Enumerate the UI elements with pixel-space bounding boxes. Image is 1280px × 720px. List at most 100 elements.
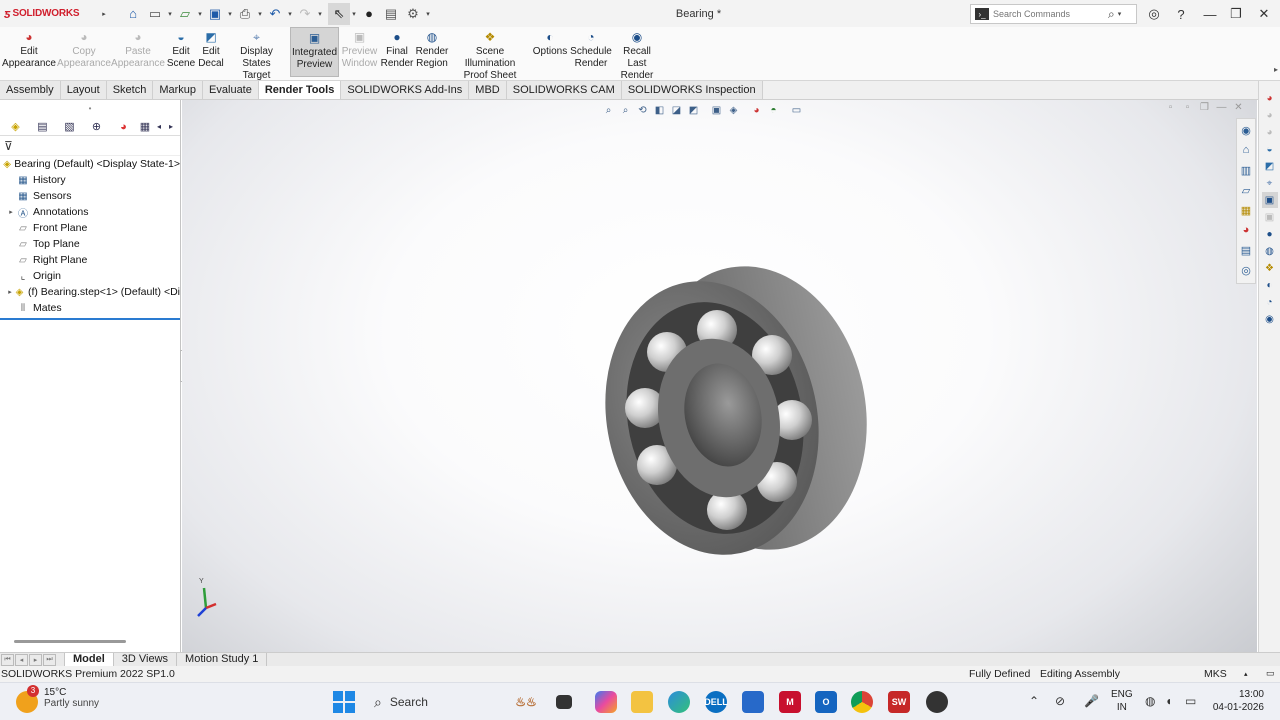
design-library-icon[interactable]: ▥ xyxy=(1238,161,1254,179)
solidworks-taskbar-icon[interactable]: SW xyxy=(888,691,910,713)
edit-decal-side-icon[interactable]: ◩ xyxy=(1262,158,1278,174)
home-icon[interactable]: ⌂ xyxy=(122,3,144,25)
forum-icon[interactable]: ◎ xyxy=(1238,261,1254,279)
render-options-side-icon[interactable]: ◐ xyxy=(1262,277,1278,293)
options-button[interactable]: ◐ Options xyxy=(532,27,568,77)
logo-menu-caret-icon[interactable]: ▸ xyxy=(100,10,108,18)
tab-solidworks-cam[interactable]: SOLIDWORKS CAM xyxy=(506,81,622,99)
dell-icon[interactable]: DELL xyxy=(704,691,728,713)
clock[interactable]: 13:00 04-01-2026 xyxy=(1206,688,1264,714)
schedule-render-side-icon[interactable]: ◔ xyxy=(1262,294,1278,310)
solidworks-resources-icon[interactable]: ◉ xyxy=(1238,121,1254,139)
restore-icon[interactable]: ❐ xyxy=(1225,4,1247,24)
volume-icon[interactable]: ◖ xyxy=(1165,694,1172,708)
next-tab-icon[interactable]: ▸ xyxy=(29,653,42,666)
prev-tab-icon[interactable]: ◂ xyxy=(15,653,28,666)
file-explorer-icon[interactable]: ▱ xyxy=(1238,181,1254,199)
integrated-preview-button[interactable]: ▣ Integrated Preview xyxy=(290,27,339,77)
globe-icon[interactable]: ◍ xyxy=(1145,694,1155,708)
mcafee-icon[interactable]: M xyxy=(779,691,801,713)
copilot-icon[interactable] xyxy=(595,691,617,713)
tree-item-front-plane[interactable]: ▱ Front Plane xyxy=(0,220,180,236)
select-icon[interactable]: ⇖ xyxy=(328,2,350,25)
tab-render-tools[interactable]: Render Tools xyxy=(258,81,342,99)
file-explorer-taskbar-icon[interactable] xyxy=(631,691,653,713)
units-caret-icon[interactable]: ▴ xyxy=(1244,670,1248,678)
windows-start-icon[interactable] xyxy=(333,691,355,713)
graphics-area[interactable]: ⌕ ⌕ ⟲ ◧ ◪ ◩ ▣ ◈ ◕ ◓ ▭ ▫ ▫ ❐ — ✕ Y xyxy=(182,100,1257,652)
new-document-icon[interactable]: ▭ xyxy=(144,3,166,25)
dimxpert-tab-icon[interactable]: ⊕ xyxy=(83,119,110,135)
tree-item-history[interactable]: ▦ History xyxy=(0,172,180,188)
feature-tree-tab-icon[interactable]: ◈ xyxy=(2,119,29,135)
tree-item-sensors[interactable]: ▦ Sensors xyxy=(0,188,180,204)
first-tab-icon[interactable]: ⏮ xyxy=(1,653,14,666)
expand-caret-icon[interactable]: ▸ xyxy=(6,208,16,216)
edit-scene-button[interactable]: ◒ Edit Scene xyxy=(166,27,196,77)
copy-appearance-button[interactable]: ◕ Copy Appearance xyxy=(57,27,111,77)
display-style-icon[interactable]: ▣ xyxy=(710,104,723,117)
panel-drag-handle[interactable]: • xyxy=(0,100,180,118)
section-view-icon[interactable]: ◧ xyxy=(653,104,666,117)
tab-solidworks-inspection[interactable]: SOLIDWORKS Inspection xyxy=(621,81,763,99)
tab-assembly[interactable]: Assembly xyxy=(0,81,61,99)
open-icon[interactable]: ▱ xyxy=(174,3,196,25)
render-region-button[interactable]: ◍ Render Region xyxy=(415,27,449,77)
display-states-side-icon[interactable]: ⌖ xyxy=(1262,175,1278,191)
tree-item-top-plane[interactable]: ▱ Top Plane xyxy=(0,236,180,252)
apply-scene-icon[interactable]: ◓ xyxy=(767,104,780,117)
edit-decal-button[interactable]: ◩ Edit Decal xyxy=(197,27,225,77)
search-caret-icon[interactable]: ▾ xyxy=(1118,10,1122,18)
paste-appearance-button[interactable]: ◕ Paste Appearance xyxy=(111,27,165,77)
zoom-to-area-icon[interactable]: ⌕ xyxy=(619,104,632,117)
hide-show-items-icon[interactable]: ◈ xyxy=(727,104,740,117)
options-gear-icon[interactable]: ⚙ xyxy=(402,3,424,25)
zoom-to-fit-icon[interactable]: ⌕ xyxy=(602,104,615,117)
preview-window-side-icon[interactable]: ▣ xyxy=(1262,209,1278,225)
undo-caret-icon[interactable]: ▾ xyxy=(286,10,294,18)
dynamic-annotation-icon[interactable]: ◪ xyxy=(670,104,683,117)
recall-last-render-button[interactable]: ◉ Recall Last Render xyxy=(614,27,660,81)
final-render-button[interactable]: ● Final Render xyxy=(381,27,414,77)
microphone-icon[interactable]: 🎤 xyxy=(1084,694,1099,708)
recall-render-side-icon[interactable]: ◉ xyxy=(1262,311,1278,327)
undo-icon[interactable]: ↶ xyxy=(264,3,286,25)
tree-item-right-plane[interactable]: ▱ Right Plane xyxy=(0,252,180,268)
doc-close-icon[interactable]: ✕ xyxy=(1230,102,1247,113)
print-caret-icon[interactable]: ▾ xyxy=(256,10,264,18)
user-account-icon[interactable]: ◎ xyxy=(1143,4,1165,24)
tab-layout[interactable]: Layout xyxy=(60,81,107,99)
recording-app-icon[interactable] xyxy=(926,691,948,713)
rebuild-icon[interactable]: ● xyxy=(358,3,380,25)
language-indicator[interactable]: ENG IN xyxy=(1111,688,1133,714)
open-caret-icon[interactable]: ▾ xyxy=(196,10,204,18)
search-icon[interactable]: ⌕ xyxy=(1108,7,1115,22)
battery-icon[interactable]: ▭ xyxy=(1185,694,1196,708)
filter-icon[interactable]: ⊽ xyxy=(0,136,180,156)
horizontal-scrollbar[interactable] xyxy=(14,640,126,643)
tab-sketch[interactable]: Sketch xyxy=(106,81,154,99)
tray-overflow-icon[interactable]: ⌃ xyxy=(1029,694,1039,708)
search-commands-box[interactable]: ›_ ⌕ ▾ xyxy=(970,4,1137,24)
integrated-preview-side-icon[interactable]: ▣ xyxy=(1261,192,1278,208)
doc-restore-icon[interactable]: ❐ xyxy=(1196,102,1213,113)
doc-tile2-icon[interactable]: ▫ xyxy=(1179,102,1196,113)
copy-appearance-side-icon[interactable]: ◕ xyxy=(1262,107,1278,123)
edit-scene-side-icon[interactable]: ◒ xyxy=(1262,141,1278,157)
previous-view-icon[interactable]: ⟲ xyxy=(636,104,649,117)
paste-appearance-side-icon[interactable]: ◕ xyxy=(1262,124,1278,140)
tab-solidworks-add-ins[interactable]: SOLIDWORKS Add-Ins xyxy=(341,81,470,99)
edit-appearance-button[interactable]: ◕ Edit Appearance xyxy=(2,27,56,77)
scene-illumination-proof-sheet-button[interactable]: ❖ Scene Illumination Proof Sheet xyxy=(452,27,528,81)
tree-item-annotations[interactable]: ▸ Ⓐ Annotations xyxy=(0,204,180,220)
tab-motion-study-1[interactable]: Motion Study 1 xyxy=(177,653,268,666)
rollback-bar[interactable] xyxy=(0,318,180,320)
file-properties-icon[interactable]: ▤ xyxy=(380,3,402,25)
help-icon[interactable]: ? xyxy=(1170,4,1192,24)
tab-evaluate[interactable]: Evaluate xyxy=(203,81,259,99)
expand-caret-icon[interactable]: ▸ xyxy=(6,288,14,296)
task-view-icon[interactable] xyxy=(556,695,572,709)
options-caret-icon[interactable]: ▾ xyxy=(424,10,432,18)
tabs-right-icon[interactable]: ▸ xyxy=(165,119,177,135)
tabs-left-icon[interactable]: ◂ xyxy=(153,119,165,135)
